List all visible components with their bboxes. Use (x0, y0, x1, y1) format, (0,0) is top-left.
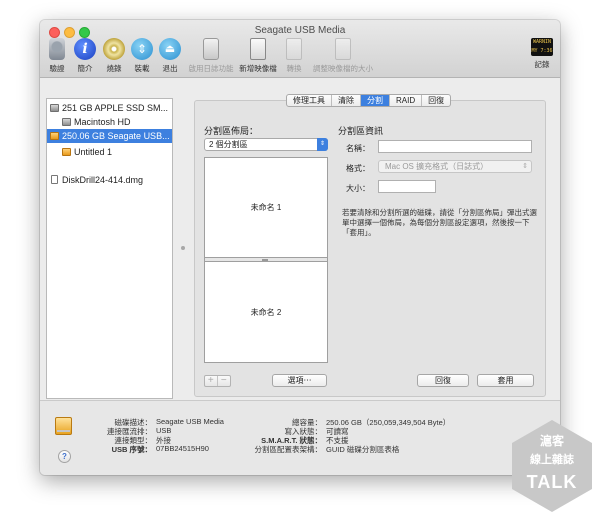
new-image-button[interactable]: 新增映像檔 (238, 38, 278, 74)
info-key: 分割區配置表架構： (254, 445, 323, 454)
toolbar-label: 新增映像檔 (239, 64, 277, 73)
add-remove-partition: + − (204, 375, 231, 387)
add-partition-button[interactable]: + (205, 376, 218, 386)
partition-instructions: 若要清除和分割所選的磁碟，請從「分割區佈局」彈出式選單中選擇一個佈局，為每個分割… (342, 208, 537, 237)
external-disk-icon (50, 132, 59, 140)
disk-utility-window: Seagate USB Media 驗證 i 簡介 燒錄 ⇕ 裝載 ⏏ 退出 啟… (40, 20, 560, 475)
resize-image-icon (335, 38, 351, 60)
burn-icon (103, 38, 125, 60)
grip-icon (262, 259, 268, 261)
toolbar-label: 記錄 (534, 60, 550, 69)
info-key: USB 序號： (111, 445, 152, 454)
watermark-logo: 滬客 線上雜誌 TALK (512, 420, 592, 512)
verify-icon (49, 38, 65, 60)
eject-icon: ⏏ (159, 38, 181, 60)
size-label: 大小： (346, 184, 370, 193)
toolbar-label: 啟用日誌功能 (188, 64, 234, 73)
sidebar-item-label: Macintosh HD (74, 117, 131, 127)
convert-button[interactable]: 轉換 (283, 38, 305, 74)
sidebar-item-label: DiskDrill24-414.dmg (62, 175, 144, 185)
chevron-updown-icon: ⇕ (317, 138, 328, 151)
window-title: Seagate USB Media (254, 25, 346, 36)
burn-button[interactable]: 燒錄 (102, 38, 126, 74)
format-value: Mac OS 擴充格式（日誌式） (385, 162, 489, 171)
info-value: USB (156, 426, 172, 435)
partition-layout-title: 分割區佈局： (204, 126, 259, 136)
resize-image-button[interactable]: 調整映像檔的大小 (310, 38, 376, 74)
enable-journaling-button[interactable]: 啟用日誌功能 (186, 38, 236, 74)
toolbar-label: 簡介 (77, 64, 93, 73)
info-value: Seagate USB Media (156, 417, 224, 426)
tab-restore[interactable]: 回復 (422, 95, 450, 106)
toolbar-label: 退出 (162, 64, 178, 73)
format-label: 格式： (346, 164, 370, 173)
tab-first-aid[interactable]: 修理工具 (287, 95, 332, 106)
splitter-handle[interactable] (181, 246, 185, 250)
info-value: 07BB24515H90 (156, 444, 209, 453)
remove-partition-button[interactable]: − (218, 376, 230, 386)
sidebar-item-label: Untitled 1 (74, 147, 113, 157)
sidebar-item-diskdrill-dmg[interactable]: DiskDrill24-414.dmg (47, 173, 172, 187)
toolbar-label: 裝載 (134, 64, 150, 73)
external-volume-icon (62, 148, 71, 156)
format-select[interactable]: Mac OS 擴充格式（日誌式） ⇕ (378, 160, 532, 173)
new-image-icon (250, 38, 266, 60)
sidebar-item-untitled-1[interactable]: Untitled 1 (47, 145, 172, 159)
mount-icon: ⇕ (131, 38, 153, 60)
toolbar-label: 燒錄 (106, 64, 122, 73)
verify-button[interactable]: 驗證 (46, 38, 68, 74)
name-label: 名稱： (346, 144, 370, 153)
partition-size-input[interactable] (378, 180, 436, 193)
title-bar: Seagate USB Media 驗證 i 簡介 燒錄 ⇕ 裝載 ⏏ 退出 啟… (40, 20, 560, 78)
disk-sidebar: 251 GB APPLE SSD SM... Macintosh HD 250.… (46, 98, 173, 399)
sidebar-item-apple-ssd[interactable]: 251 GB APPLE SSD SM... (47, 101, 172, 115)
watermark-text: 滬客 (539, 434, 564, 448)
toolbar-label: 轉換 (286, 64, 302, 73)
partition-info-title: 分割區資訊 (338, 126, 384, 136)
sidebar-item-label: 250.06 GB Seagate USB... (62, 131, 170, 141)
disk-image-icon (51, 175, 58, 184)
partition-name: 未命名 2 (250, 307, 282, 317)
chevron-updown-icon: ⇕ (522, 163, 528, 170)
watermark-text: 線上雜誌 (530, 454, 574, 466)
volume-icon (62, 118, 71, 126)
info-button[interactable]: i 簡介 (73, 38, 97, 74)
function-tabs: 修理工具 清除 分割 RAID 回復 (286, 94, 452, 107)
sidebar-item-label: 251 GB APPLE SSD SM... (62, 103, 169, 113)
watermark-text: TALK (526, 472, 578, 492)
partition-layout-select[interactable]: 2 個分割區 ⇕ (204, 138, 328, 151)
info-icon: i (74, 38, 96, 60)
sidebar-item-macintosh-hd[interactable]: Macintosh HD (47, 115, 172, 129)
partition-block-1[interactable]: 未命名 1 (205, 158, 327, 258)
partition-name-input[interactable] (378, 140, 532, 153)
tab-raid[interactable]: RAID (390, 95, 423, 106)
toolbar-label: 驗證 (49, 64, 65, 73)
mount-button[interactable]: ⇕ 裝載 (130, 38, 154, 74)
options-button[interactable]: 選項⋯ (272, 374, 327, 387)
info-value: GUID 磁碟分割區表格 (326, 445, 400, 454)
partition-layout-value: 2 個分割區 (209, 140, 248, 149)
sidebar-item-seagate-usb[interactable]: 250.06 GB Seagate USB... (47, 129, 172, 143)
convert-icon (286, 38, 302, 60)
revert-button[interactable]: 回復 (417, 374, 469, 387)
tab-partition[interactable]: 分割 (361, 95, 390, 106)
tab-erase[interactable]: 清除 (332, 95, 361, 106)
log-record-button[interactable]: WARNIN MY 7:36 記錄 (530, 38, 554, 70)
partition-block-2[interactable]: 未命名 2 (205, 262, 327, 362)
record-icon: WARNIN MY 7:36 (531, 38, 553, 56)
apply-button[interactable]: 套用 (477, 374, 534, 387)
internal-disk-icon (50, 104, 59, 112)
eject-button[interactable]: ⏏ 退出 (158, 38, 182, 74)
partition-name: 未命名 1 (250, 203, 282, 212)
toolbar-label: 調整映像檔的大小 (313, 64, 373, 73)
log-icon (203, 38, 219, 60)
partition-map: 未命名 1 未命名 2 (204, 157, 328, 363)
